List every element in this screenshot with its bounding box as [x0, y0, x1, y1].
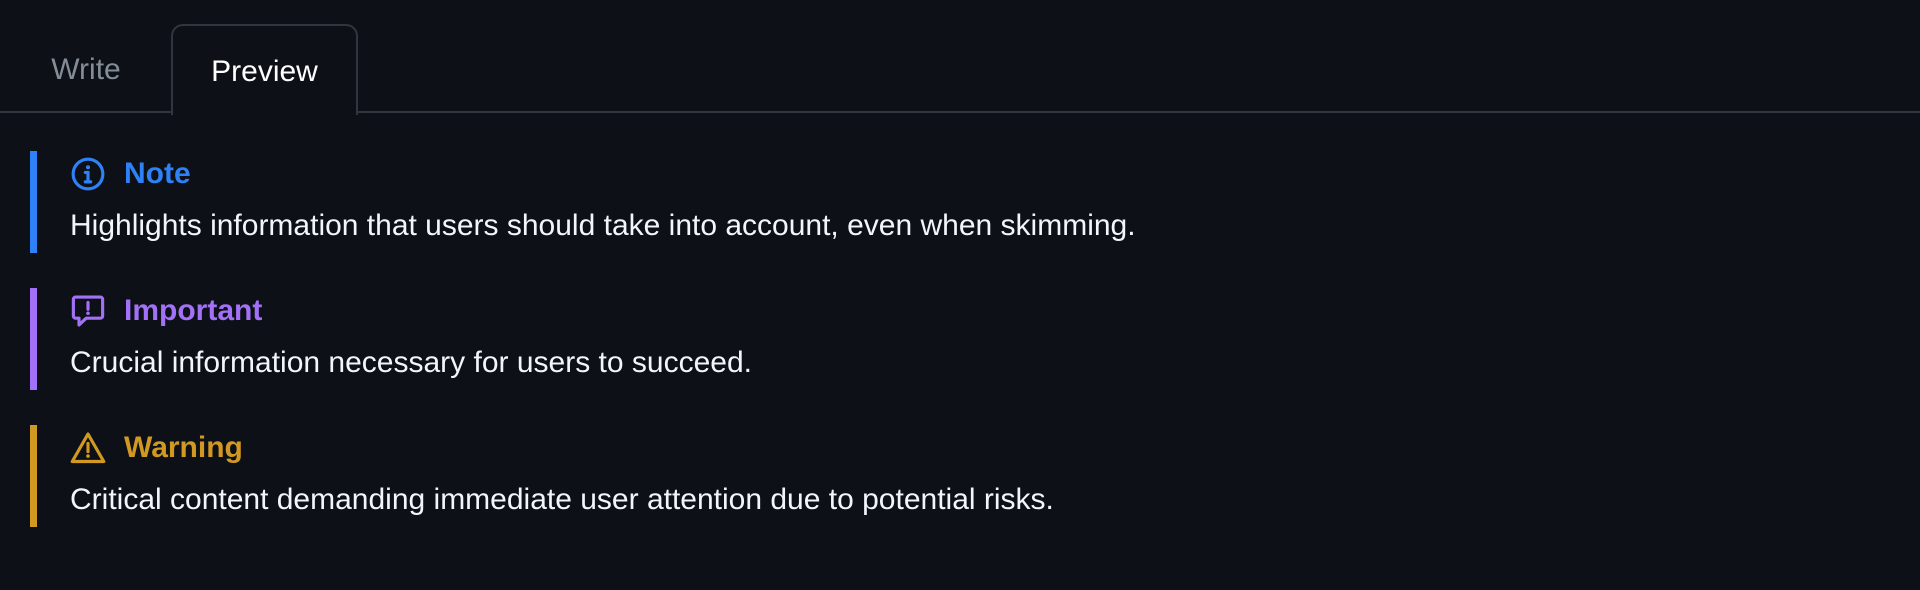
editor-tab-bar: Write Preview: [0, 0, 1920, 115]
warning-alert: Warning Critical content demanding immed…: [30, 425, 1890, 527]
report-icon: [71, 295, 105, 327]
alert-text: Highlights information that users should…: [70, 209, 1136, 242]
alert-text: Critical content demanding immediate use…: [70, 483, 1054, 516]
alert-title: Note: [124, 157, 191, 190]
alert-text: Crucial information necessary for users …: [70, 346, 752, 379]
tab-preview[interactable]: Preview: [171, 24, 358, 115]
alert-title-row: Note: [70, 151, 191, 197]
alert-triangle-icon: [70, 432, 106, 464]
note-alert: Note Highlights information that users s…: [30, 151, 1890, 253]
alert-title-row: Warning: [70, 425, 243, 471]
tab-write[interactable]: Write: [0, 24, 172, 115]
alert-title: Important: [124, 294, 263, 327]
alert-title: Warning: [124, 431, 243, 464]
important-alert: Important Crucial information necessary …: [30, 288, 1890, 390]
alert-title-row: Important: [70, 288, 262, 334]
info-icon: [71, 157, 105, 191]
